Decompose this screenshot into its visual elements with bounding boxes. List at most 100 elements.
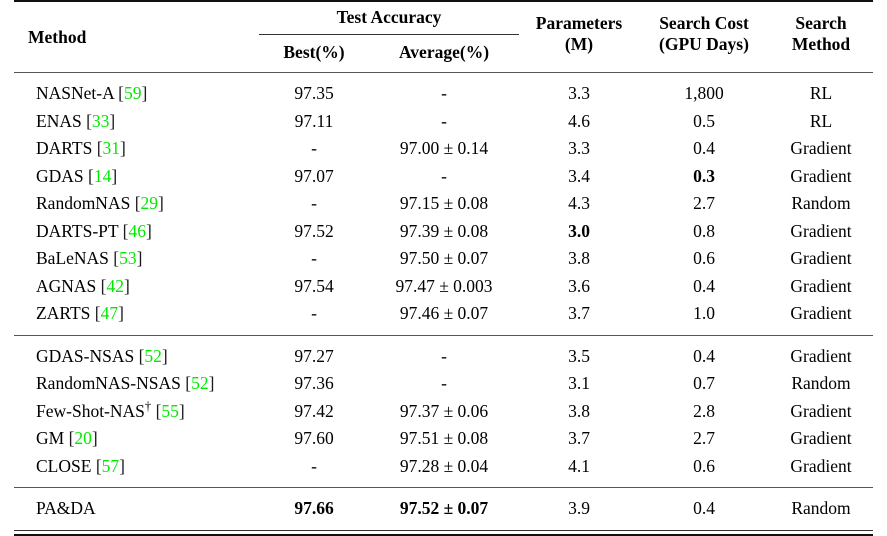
cell-method: GM [20] — [14, 425, 259, 453]
cell-search-cost: 1.0 — [693, 303, 715, 324]
cell-search-method: Gradient — [790, 248, 852, 269]
method-name: AGNAS — [36, 275, 97, 296]
cell-method: DARTS-PT [46] — [14, 218, 259, 246]
cell-parameters: 3.9 — [568, 498, 590, 519]
cell-method: BaLeNAS [53] — [14, 245, 259, 273]
citation-number: 59 — [123, 83, 142, 104]
citation-number: 42 — [106, 275, 125, 296]
citation-reference[interactable]: [59] — [113, 83, 148, 104]
method-name: RandomNAS — [36, 193, 131, 214]
citation-reference[interactable]: [52] — [134, 346, 168, 366]
citation-bracket-open: [ — [90, 303, 101, 324]
citation-bracket-open: [ — [92, 138, 103, 159]
citation-reference[interactable]: [47] — [90, 303, 124, 323]
column-header-method: Method — [28, 26, 87, 47]
citation-bracket-close: ] — [158, 193, 164, 214]
cell-search-method: Random — [791, 193, 851, 214]
cell-average-accuracy: - — [441, 345, 447, 366]
cell-best-accuracy: 97.36 — [294, 373, 334, 394]
cell-average-accuracy: - — [441, 165, 447, 186]
cell-search-method: Gradient — [790, 303, 852, 324]
citation-number: 33 — [91, 110, 110, 131]
table-row: RandomNAS-NSAS [52] 97.36 - 3.1 0.7 Random — [14, 370, 873, 398]
cell-best-accuracy: 97.54 — [294, 275, 334, 296]
cell-search-method: Gradient — [790, 400, 852, 421]
cell-average-accuracy: 97.46 ± 0.07 — [399, 303, 489, 324]
citation-number: 57 — [101, 455, 120, 476]
citation-reference[interactable]: [55] — [151, 401, 185, 421]
cell-average-accuracy: - — [441, 110, 447, 131]
row-spacer — [14, 488, 873, 495]
cell-parameters: 3.7 — [568, 303, 590, 324]
row-spacer — [14, 73, 873, 80]
citation-bracket-close: ] — [141, 83, 148, 104]
citation-bracket-open: [ — [113, 83, 124, 104]
method-name: NASNet-A — [36, 83, 114, 104]
citation-bracket-close: ] — [91, 428, 98, 449]
cell-search-cost: 0.6 — [693, 455, 715, 476]
column-header-best: Best(%) — [283, 41, 345, 62]
citation-bracket-open: [ — [151, 400, 162, 421]
table-row: Few-Shot-NAS† [55] 97.42 97.37 ± 0.06 3.8 2.… — [14, 398, 873, 426]
citation-number: 29 — [140, 193, 159, 214]
row-spacer — [14, 480, 873, 488]
citation-reference[interactable]: [31] — [92, 138, 126, 158]
cell-average-accuracy: 97.15 ± 0.08 — [399, 193, 489, 214]
row-spacer — [14, 523, 873, 531]
citation-bracket-open: [ — [130, 193, 141, 214]
cell-parameters: 4.1 — [568, 455, 590, 476]
column-header-search-cost-line1: Search Cost — [659, 12, 749, 33]
table-row: CLOSE [57] - 97.28 ± 0.04 4.1 0.6 Gradient — [14, 453, 873, 481]
citation-reference[interactable]: [46] — [118, 221, 152, 241]
citation-reference[interactable]: [29] — [130, 193, 164, 213]
column-header-parameters-line2: (M) — [564, 34, 594, 54]
citation-reference[interactable]: [53] — [108, 248, 142, 269]
citation-reference[interactable]: [20] — [64, 428, 98, 448]
cell-average-accuracy: 97.39 ± 0.08 — [399, 220, 489, 241]
citation-bracket-close: ] — [118, 303, 124, 324]
citation-bracket-open: [ — [134, 345, 145, 366]
cell-best-accuracy: 97.52 — [294, 220, 334, 241]
cell-method: ENAS [33] — [14, 108, 259, 136]
method-name: GDAS — [36, 165, 84, 186]
cell-method: RandomNAS-NSAS [52] — [14, 370, 259, 398]
cell-search-method: Gradient — [790, 220, 852, 241]
cell-search-method: Random — [791, 498, 851, 519]
citation-bracket-close: ] — [120, 138, 126, 159]
citation-reference[interactable]: [33] — [81, 110, 115, 131]
cell-best-accuracy: 97.60 — [294, 428, 334, 449]
table-row: RandomNAS [29] - 97.15 ± 0.08 4.3 2.7 Random — [14, 190, 873, 218]
citation-bracket-close: ] — [161, 345, 168, 366]
cell-average-accuracy: 97.00 ± 0.14 — [399, 138, 489, 159]
cell-parameters: 3.8 — [568, 248, 590, 269]
cell-parameters: 3.3 — [568, 138, 590, 159]
citation-number: 47 — [100, 303, 119, 324]
cell-search-cost: 0.4 — [693, 498, 715, 519]
citation-reference[interactable]: [57] — [91, 456, 125, 476]
cell-method: PA&DA — [14, 495, 259, 523]
cell-search-cost: 2.7 — [693, 193, 715, 214]
row-spacer — [14, 328, 873, 336]
citation-bracket-open: [ — [180, 373, 192, 394]
row-spacer — [14, 336, 873, 343]
column-header-search-method: Search Method — [769, 2, 873, 73]
header-row-group: Method Test Accuracy Parameters (M) Sear… — [14, 2, 873, 54]
bottom-rule — [14, 529, 873, 536]
cell-method: GDAS [14] — [14, 163, 259, 191]
cell-search-method: Gradient — [790, 165, 852, 186]
cell-search-cost: 0.6 — [693, 248, 715, 269]
cell-search-method: Gradient — [790, 455, 852, 476]
cell-parameters: 3.4 — [568, 165, 590, 186]
table-row: GM [20] 97.60 97.51 ± 0.08 3.7 2.7 Gradient — [14, 425, 873, 453]
citation-reference[interactable]: [42] — [96, 276, 130, 296]
table-header: Method Test Accuracy Parameters (M) Sear… — [14, 0, 873, 73]
method-name: DARTS — [36, 138, 93, 159]
cell-method: AGNAS [42] — [14, 273, 259, 301]
citation-bracket-open: [ — [81, 110, 92, 131]
citation-reference[interactable]: [52] — [180, 373, 214, 394]
method-name: CLOSE — [36, 455, 92, 476]
citation-reference[interactable]: [14] — [84, 166, 117, 186]
cell-method: CLOSE [57] — [14, 453, 259, 481]
cell-search-cost: 1,800 — [684, 83, 724, 104]
citation-bracket-open: [ — [108, 248, 120, 269]
